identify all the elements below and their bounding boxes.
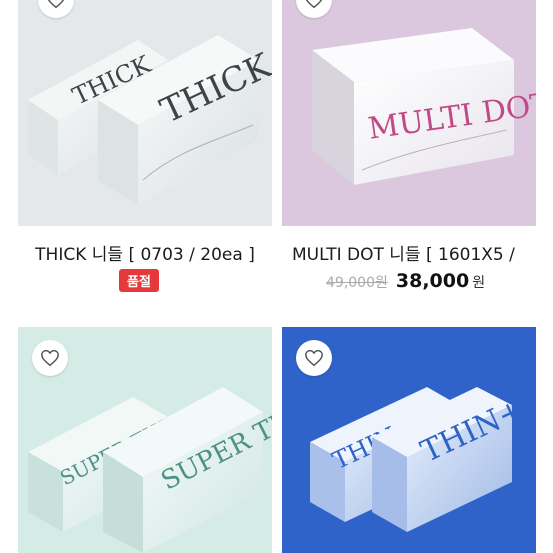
- heart-outline-icon: [305, 349, 323, 367]
- product-image[interactable]: THICK THICK: [18, 0, 272, 226]
- heart-outline-icon: [47, 0, 65, 9]
- currency-unit: 원: [472, 275, 486, 291]
- sale-price: 38,000: [395, 270, 470, 292]
- product-name[interactable]: MULTI DOT 니들 [ 1601X5 /: [292, 240, 536, 265]
- wishlist-button[interactable]: [32, 340, 68, 376]
- original-price: 49,000원: [326, 275, 388, 291]
- product-card-thick[interactable]: THICK THICK THICK 니들 [ 0703 / 20ea ] 품절: [18, 0, 272, 300]
- product-box-illustration: THICK THICK: [18, 0, 272, 226]
- heart-outline-icon: [41, 349, 59, 367]
- product-card-thin-plus[interactable]: THIN+ THIN+: [282, 327, 536, 553]
- product-name[interactable]: THICK 니들 [ 0703 / 20ea ]: [18, 240, 272, 265]
- product-card-multi-dot[interactable]: MULTI DOT MULTI DOT 니들 [ 1601X5 / 49,000…: [282, 0, 536, 300]
- product-image[interactable]: MULTI DOT: [282, 0, 536, 226]
- price-row: 49,000원 38,000 원: [326, 270, 485, 292]
- product-box-illustration: MULTI DOT: [282, 0, 536, 226]
- product-card-super-thin[interactable]: SUPER THIN SUPER THIN: [18, 327, 272, 553]
- sold-out-badge: 품절: [119, 269, 159, 292]
- wishlist-button[interactable]: [296, 340, 332, 376]
- heart-outline-icon: [305, 0, 323, 9]
